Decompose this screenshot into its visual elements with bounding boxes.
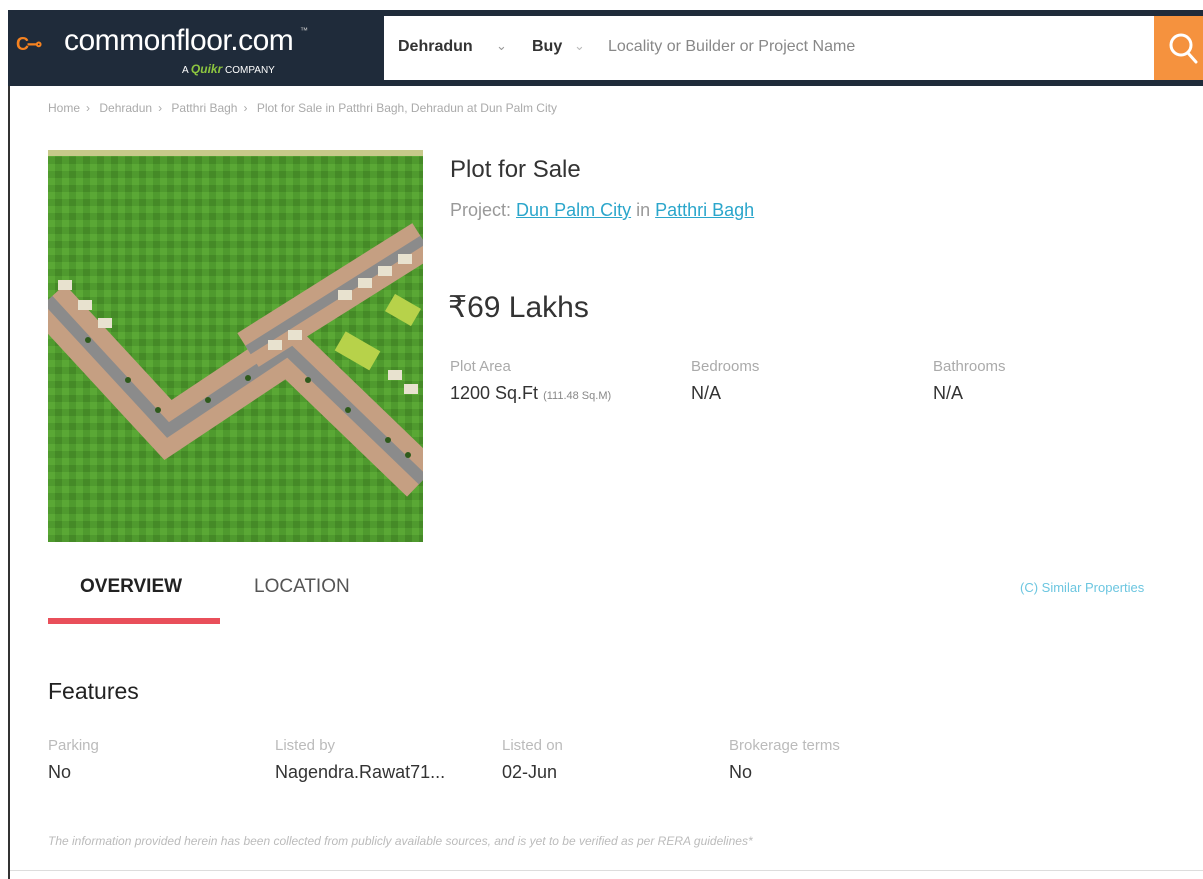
rera-disclaimer: The information provided herein has been… [48,834,753,848]
buy-rent-selector[interactable]: Buy [532,38,562,56]
features-heading: Features [48,678,139,704]
feature-value: 02-Jun [502,762,558,782]
spec-value: N/A [933,383,964,403]
search-bar: Dehradun ⌄ Buy ⌄ [384,16,1154,80]
project-line: Project: Dun Palm City in Patthri Bagh [450,200,754,221]
similar-properties-label: Similar Properties [1041,580,1145,595]
spec-bathrooms: Bathrooms N/A [933,358,1006,404]
chevron-down-icon[interactable]: ⌄ [574,38,585,54]
spec-label: Bedrooms [691,358,760,375]
similar-properties-link[interactable]: (C) Similar Properties [1020,580,1144,595]
locality-link[interactable]: Patthri Bagh [655,200,754,220]
project-link[interactable]: Dun Palm City [516,200,631,220]
logo-tagline: A Quikr COMPANY [182,62,275,76]
divider [10,870,1203,871]
chevron-right-icon: › [243,101,248,115]
breadcrumb: Home › Dehradun › Patthri Bagh › Plot for S… [48,101,563,115]
project-in-text: in [636,200,651,220]
spec-value: 1200 Sq.Ft (111.48 Sq.M) [450,383,612,403]
city-selector[interactable]: Dehradun [398,38,473,56]
tab-overview[interactable]: OVERVIEW [80,576,182,598]
breadcrumb-locality[interactable]: Patthri Bagh [171,101,237,115]
feature-value: Nagendra.Rawat71... [275,762,446,782]
similar-icon: (C) [1020,580,1039,595]
page-border [8,86,10,879]
listing-title: Plot for Sale [450,156,581,183]
logo-wordmark: commonfloor.com [64,24,294,57]
feature-label: Listed on [502,737,563,754]
feature-label: Parking [48,737,99,754]
feature-label: Listed by [275,737,336,754]
active-tab-indicator [48,618,220,624]
breadcrumb-current: Plot for Sale in Patthri Bagh, Dehradun … [256,101,557,115]
site-logo[interactable]: C⊸ commonfloor.com ™ A Quikr COMPANY [14,20,374,76]
search-icon [1169,33,1198,64]
search-button[interactable] [1154,16,1203,80]
feature-value: No [729,762,753,782]
tab-location[interactable]: LOCATION [254,576,350,598]
logo-trademark: ™ [300,26,308,35]
feature-listed-on: Listed on 02-Jun [502,737,563,783]
breadcrumb-city[interactable]: Dehradun [99,101,152,115]
spec-plot-area: Plot Area 1200 Sq.Ft (111.48 Sq.M) [450,358,611,404]
feature-listed-by: Listed by Nagendra.Rawat71... [275,737,445,783]
key-icon: C⊸ [16,34,42,54]
breadcrumb-home[interactable]: Home [48,101,80,115]
project-label: Project: [450,200,512,220]
feature-value: No [48,762,72,782]
property-image[interactable] [48,150,423,542]
feature-brokerage: Brokerage terms No [729,737,840,783]
chevron-down-icon[interactable]: ⌄ [496,38,507,54]
chevron-right-icon: › [86,101,91,115]
feature-parking: Parking No [48,737,99,783]
spec-label: Bathrooms [933,358,1006,375]
spec-label: Plot Area [450,358,511,375]
spec-bedrooms: Bedrooms N/A [691,358,759,404]
site-header: C⊸ commonfloor.com ™ A Quikr COMPANY Deh… [8,10,1203,86]
listing-price: ₹69 Lakhs [448,291,589,324]
chevron-right-icon: › [158,101,163,115]
spec-value: N/A [691,383,722,403]
search-input[interactable] [608,30,1108,64]
spec-sub-value: (111.48 Sq.M) [543,390,612,402]
feature-label: Brokerage terms [729,737,840,754]
